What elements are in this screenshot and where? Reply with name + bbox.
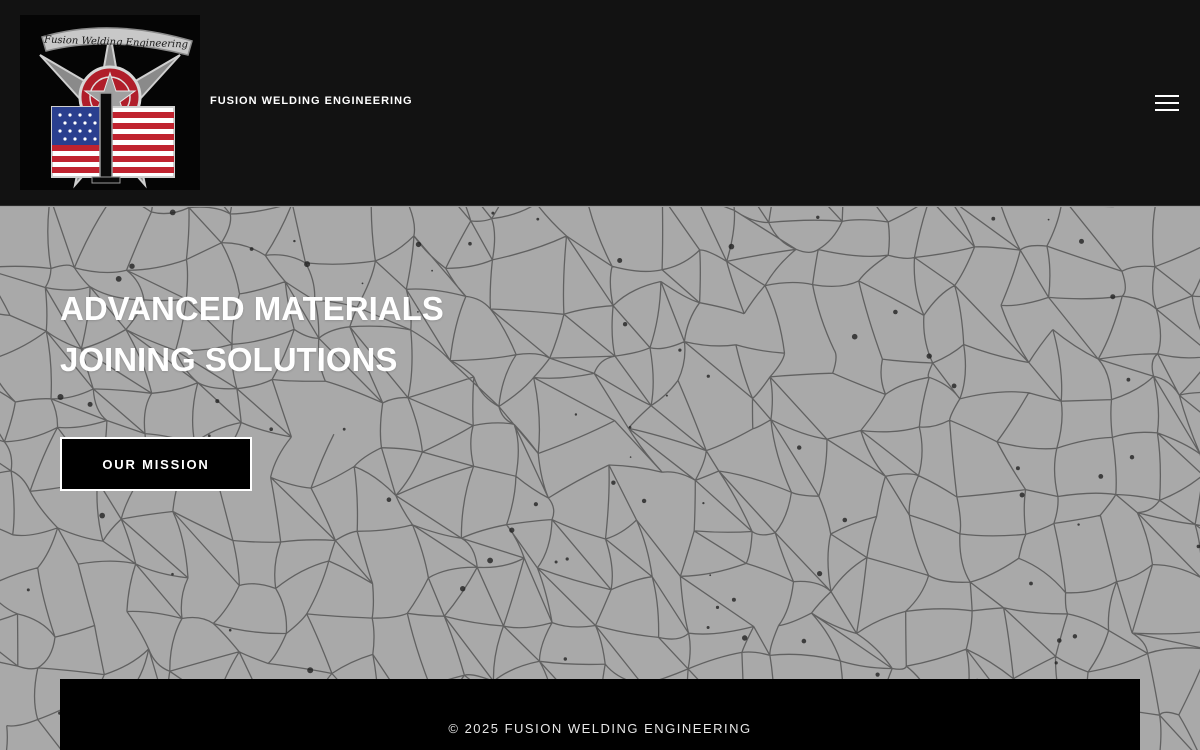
grain-inclusion [629, 456, 632, 458]
grain-inclusion [574, 413, 578, 416]
grain-inclusion [129, 263, 135, 269]
grain-inclusion [57, 394, 64, 400]
grain-inclusion [1110, 294, 1116, 300]
grain-inclusion [728, 243, 735, 250]
site-footer: © 2025 FUSION WELDING ENGINEERING [60, 679, 1140, 750]
grain-inclusion [628, 426, 632, 429]
grain-inclusion [565, 557, 569, 561]
grain-inclusion [304, 261, 311, 268]
grain-inclusion [536, 217, 540, 221]
grain-inclusion [731, 597, 736, 602]
grain-inclusion [249, 247, 254, 251]
grain-inclusion [926, 353, 932, 359]
grain-inclusion [951, 383, 957, 389]
grain-inclusion [386, 497, 392, 503]
site-title[interactable]: FUSION WELDING ENGINEERING [210, 95, 413, 107]
grain-inclusion [563, 657, 567, 661]
grain-inclusion [415, 241, 422, 248]
grain-inclusion [1196, 544, 1200, 549]
grain-inclusion [1019, 492, 1025, 498]
grain-inclusion [533, 502, 539, 507]
grain-inclusion [269, 427, 274, 431]
grain-inclusion [1029, 581, 1033, 586]
hero-title-line-2: JOINING SOLUTIONS [60, 341, 398, 378]
grain-inclusion [171, 572, 174, 576]
grain-inclusion [797, 445, 802, 450]
grain-inclusion [26, 588, 30, 592]
grain-inclusion [1047, 218, 1050, 221]
grain-inclusion [991, 216, 996, 221]
site-header: Fusion Welding Engineering FUSION WELDIN… [0, 0, 1200, 206]
grain-inclusion [715, 605, 720, 609]
hero-title: ADVANCED MATERIALS JOINING SOLUTIONS [60, 283, 444, 385]
grain-inclusion [622, 322, 628, 327]
hero-title-line-1: ADVANCED MATERIALS [60, 290, 444, 327]
logo[interactable]: Fusion Welding Engineering [20, 15, 200, 190]
grain-inclusion [487, 557, 493, 564]
grain-inclusion [307, 667, 314, 674]
grain-inclusion [1077, 523, 1080, 526]
grain-inclusion [554, 560, 558, 564]
hamburger-menu-icon[interactable] [1152, 92, 1182, 114]
grain-inclusion [842, 517, 848, 523]
grain-inclusion [293, 239, 296, 243]
fusion-welding-emblem-icon: Fusion Welding Engineering [39, 27, 193, 189]
grain-inclusion [742, 635, 748, 641]
grain-inclusion [1054, 661, 1058, 665]
grain-inclusion [169, 209, 176, 216]
grain-inclusion [1129, 455, 1135, 460]
grain-inclusion [87, 401, 93, 407]
our-mission-button[interactable]: OUR MISSION [60, 437, 252, 491]
grain-inclusion [816, 215, 820, 219]
grain-inclusion [706, 374, 710, 378]
grain-inclusion [1057, 638, 1062, 643]
hero-section: ADVANCED MATERIALS JOINING SOLUTIONS OUR… [0, 207, 1200, 750]
grain-inclusion [115, 276, 122, 282]
grain-inclusion [665, 394, 668, 397]
grain-inclusion [509, 527, 515, 533]
grain-inclusion [1079, 238, 1084, 244]
grain-inclusion [641, 498, 647, 504]
grain-inclusion [611, 480, 616, 485]
grain-inclusion [817, 571, 823, 577]
grain-inclusion [706, 626, 710, 629]
grain-inclusion [1072, 634, 1078, 639]
grain-inclusion [468, 241, 472, 246]
grain-inclusion [702, 502, 705, 505]
grain-inclusion [491, 211, 495, 215]
grain-inclusion [431, 269, 433, 272]
grain-inclusion [709, 574, 712, 577]
grain-inclusion [678, 348, 682, 352]
grain-inclusion [460, 586, 466, 592]
grain-inclusion [342, 427, 346, 431]
grain-inclusion [851, 333, 858, 340]
grain-inclusion [99, 512, 105, 519]
grain-inclusion [801, 638, 807, 644]
grain-inclusion [1126, 377, 1131, 382]
grain-inclusion [1015, 466, 1020, 471]
grain-inclusion [228, 628, 232, 632]
copyright-text: © 2025 FUSION WELDING ENGINEERING [448, 721, 752, 736]
grain-inclusion [875, 672, 880, 677]
grain-inclusion [617, 258, 623, 263]
grain-inclusion [1098, 474, 1104, 479]
grain-inclusion [893, 309, 898, 315]
grain-inclusion [215, 399, 220, 404]
